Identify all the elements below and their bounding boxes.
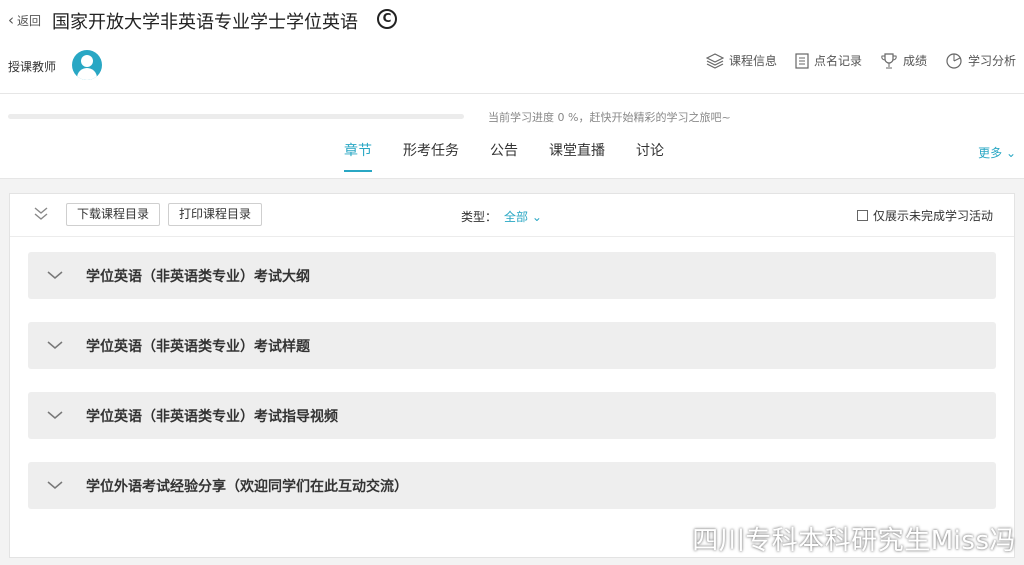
nav-label: 成绩 xyxy=(902,54,927,68)
tab-announcements[interactable]: 公告 xyxy=(490,140,518,172)
progress-text: 当前学习进度 0 %，赶快开始精彩的学习之旅吧~ xyxy=(488,111,731,124)
type-filter-value: 全部 xyxy=(504,210,529,224)
incomplete-only-label: 仅展示未完成学习活动 xyxy=(872,209,993,223)
weibo-logo-icon xyxy=(651,527,685,552)
type-filter-select[interactable]: 全部 ⌄ xyxy=(504,208,542,225)
nav-attendance[interactable]: 点名记录 xyxy=(795,52,862,69)
layers-icon xyxy=(705,52,724,69)
chevron-down-icon: ⌄ xyxy=(531,210,542,224)
chapter-title: 学位英语（非英语类专业）考试大纲 xyxy=(86,269,310,285)
avatar-head-shape xyxy=(81,55,93,67)
avatar-body-shape xyxy=(77,68,97,80)
course-title: 国家开放大学非英语专业学士学位英语 xyxy=(52,12,358,33)
progress-bar xyxy=(8,114,464,119)
nav-label: 点名记录 xyxy=(813,54,862,68)
chevron-down-icon xyxy=(47,271,63,279)
tab-assessment-tasks[interactable]: 形考任务 xyxy=(403,140,459,172)
header-divider xyxy=(0,93,1024,94)
chevron-down-icon: ⌄ xyxy=(1005,146,1016,160)
incomplete-only-filter[interactable]: 仅展示未完成学习活动 xyxy=(856,207,993,224)
tab-discussion[interactable]: 讨论 xyxy=(636,140,664,172)
watermark-text: 四川专科本科研究生Miss冯 xyxy=(692,526,1016,556)
chapter-panel: 下载课程目录 打印课程目录 类型： 全部 ⌄ 仅展示未完成学习活动 学位英语（非… xyxy=(9,193,1015,558)
teacher-avatar[interactable] xyxy=(72,50,102,80)
copyright-icon: C xyxy=(377,9,397,29)
nav-label: 学习分析 xyxy=(967,54,1016,68)
tab-chapters[interactable]: 章节 xyxy=(344,140,372,172)
nav-label: 课程信息 xyxy=(728,54,777,68)
incomplete-only-checkbox[interactable] xyxy=(856,210,868,221)
watermark: 四川专科本科研究生Miss冯 xyxy=(650,520,1016,557)
chevron-down-icon xyxy=(47,411,63,419)
chapter-title: 学位外语考试经验分享（欢迎同学们在此互动交流） xyxy=(86,479,408,495)
chapter-item[interactable]: 学位外语考试经验分享（欢迎同学们在此互动交流） xyxy=(28,462,996,509)
type-filter-label: 类型： xyxy=(461,210,498,224)
chevron-left-icon: ‹ xyxy=(8,11,14,29)
download-catalog-button[interactable]: 下载课程目录 xyxy=(66,203,161,226)
chapter-toolbar: 下载课程目录 打印课程目录 类型： 全部 ⌄ 仅展示未完成学习活动 xyxy=(10,194,1014,237)
tab-live-class[interactable]: 课堂直播 xyxy=(549,140,605,172)
chapter-item[interactable]: 学位英语（非英语类专业）考试指导视频 xyxy=(28,392,996,439)
chapter-title: 学位英语（非英语类专业）考试样题 xyxy=(86,339,310,355)
chapter-item[interactable]: 学位英语（非英语类专业）考试大纲 xyxy=(28,252,996,299)
trophy-icon xyxy=(881,52,897,68)
chapter-item[interactable]: 学位英语（非英语类专业）考试样题 xyxy=(28,322,996,369)
pie-chart-icon xyxy=(946,52,962,69)
more-label: 更多 xyxy=(978,146,1003,160)
header: ‹ 返回 国家开放大学非英语专业学士学位英语 C xyxy=(0,0,1024,40)
teacher-label: 授课教师 xyxy=(8,60,57,74)
chevron-down-icon xyxy=(47,341,63,349)
nav-learning-analysis[interactable]: 学习分析 xyxy=(945,52,1016,69)
course-tabs: 章节 形考任务 公告 课堂直播 讨论 xyxy=(344,140,695,172)
more-dropdown[interactable]: 更多 ⌄ xyxy=(978,144,1016,161)
back-label: 返回 xyxy=(17,13,42,28)
print-catalog-button[interactable]: 打印课程目录 xyxy=(168,203,263,226)
document-icon xyxy=(795,52,809,69)
nav-course-info[interactable]: 课程信息 xyxy=(705,52,777,69)
nav-grades[interactable]: 成绩 xyxy=(880,52,927,69)
chapter-title: 学位英语（非英语类专业）考试指导视频 xyxy=(86,409,338,425)
back-link[interactable]: ‹ 返回 xyxy=(8,11,41,29)
collapse-all-icon[interactable] xyxy=(32,204,50,222)
chevron-down-icon xyxy=(47,481,63,489)
course-top-nav: 课程信息 点名记录 成绩 学习分析 xyxy=(705,52,1016,69)
